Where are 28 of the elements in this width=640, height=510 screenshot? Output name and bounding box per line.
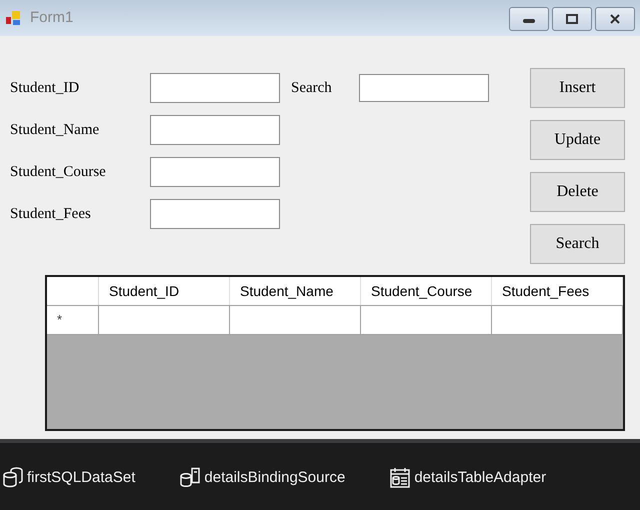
close-button[interactable] xyxy=(595,7,635,31)
close-icon xyxy=(608,13,622,25)
restore-icon xyxy=(565,13,579,25)
table-adapter-icon xyxy=(389,467,412,489)
field-label: Student_Fees xyxy=(10,204,92,224)
field-label: Student_Course xyxy=(10,162,107,182)
field-label: Student_Name xyxy=(10,120,100,140)
restore-button[interactable] xyxy=(552,7,592,31)
text-field[interactable] xyxy=(150,199,280,229)
field-label: Student_ID xyxy=(10,78,80,98)
row-header: * xyxy=(47,306,99,334)
action-button[interactable]: Search xyxy=(530,224,625,264)
database-icon xyxy=(2,467,24,489)
component-label[interactable]: detailsTableAdapter xyxy=(414,466,546,490)
action-button[interactable]: Delete xyxy=(530,172,625,212)
text-field[interactable] xyxy=(150,73,280,103)
component-label[interactable]: firstSQLDataSet xyxy=(27,466,136,490)
app-icon xyxy=(5,10,22,26)
search-field[interactable] xyxy=(359,74,489,102)
action-button[interactable]: Update xyxy=(530,120,625,160)
window-title: Form1 xyxy=(30,8,74,28)
component-label[interactable]: detailsBindingSource xyxy=(204,466,346,490)
text-field[interactable] xyxy=(150,115,280,145)
action-button[interactable]: Insert xyxy=(530,68,625,108)
database-icon xyxy=(179,467,202,489)
minimize-button[interactable] xyxy=(509,7,549,31)
search-label: Search xyxy=(291,78,333,98)
text-field[interactable] xyxy=(150,157,280,187)
